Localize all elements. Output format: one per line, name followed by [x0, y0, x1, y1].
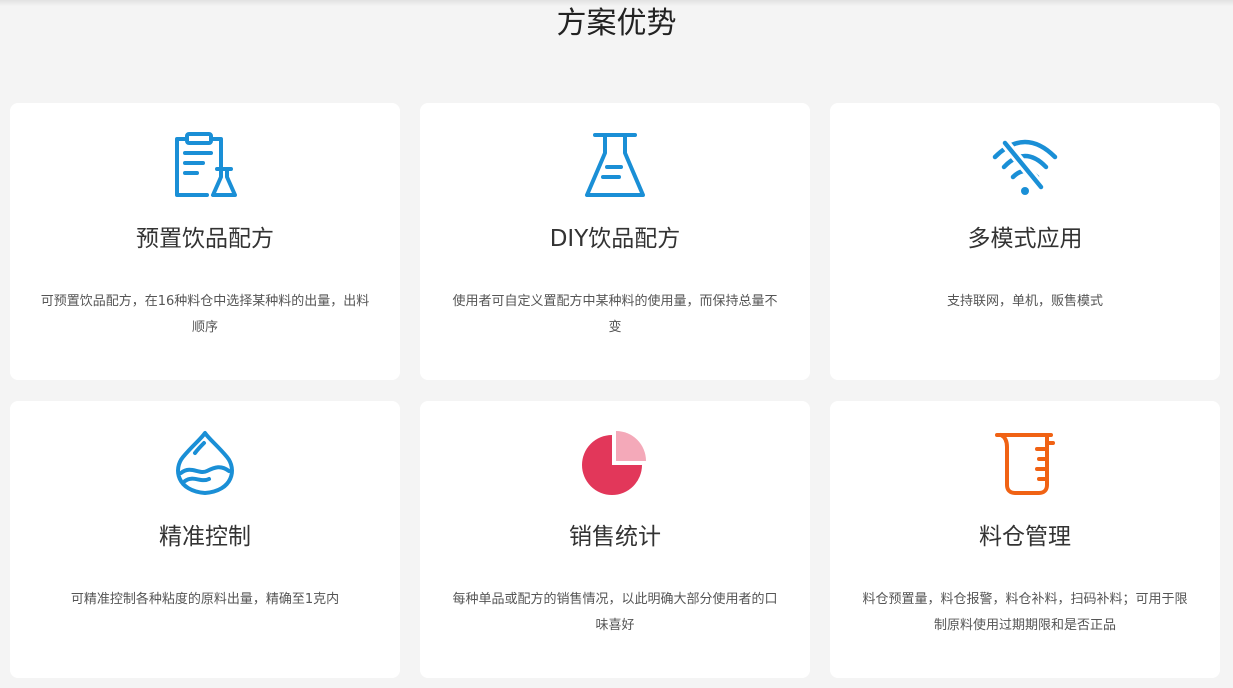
advantages-grid: 预置饮品配方 可预置饮品配方，在16种料仓中选择某种料的出量，出料顺序 DIY饮…: [10, 103, 1220, 678]
water-drop-icon: [10, 429, 400, 497]
card-description: 使用者可自定义置配方中某种料的使用量，而保持总量不变: [452, 294, 778, 335]
pie-chart-icon: [420, 429, 810, 497]
card-description: 可精准控制各种粘度的原料出量，精确至1克内: [70, 592, 340, 607]
card-preset-recipe: 预置饮品配方 可预置饮品配方，在16种料仓中选择某种料的出量，出料顺序: [10, 103, 400, 380]
flask-icon: [420, 131, 810, 199]
card-bin-management: 料仓管理 料仓预置量，料仓报警，料仓补料，扫码补料；可用于限制原料使用过期期限和…: [830, 401, 1220, 678]
card-description: 每种单品或配方的销售情况，以此明确大部分使用者的口味喜好: [452, 592, 778, 633]
wifi-off-icon: [830, 131, 1220, 199]
card-title: DIY饮品配方: [549, 226, 681, 252]
card-sales-stats: 销售统计 每种单品或配方的销售情况，以此明确大部分使用者的口味喜好: [420, 401, 810, 678]
section-title: 方案优势: [556, 6, 677, 41]
card-title: 预置饮品配方: [136, 226, 274, 252]
card-title: 精准控制: [159, 524, 251, 550]
card-description: 支持联网，单机，贩售模式: [946, 294, 1103, 309]
card-description: 料仓预置量，料仓报警，料仓补料，扫码补料；可用于限制原料使用过期期限和是否正品: [862, 592, 1188, 633]
card-title: 销售统计: [569, 524, 661, 550]
card-title: 多模式应用: [967, 226, 1083, 252]
card-description: 可预置饮品配方，在16种料仓中选择某种料的出量，出料顺序: [40, 294, 370, 335]
clipboard-flask-icon: [10, 131, 400, 199]
card-precise-control: 精准控制 可精准控制各种粘度的原料出量，精确至1克内: [10, 401, 400, 678]
card-title: 料仓管理: [979, 524, 1071, 550]
card-multi-mode: 多模式应用 支持联网，单机，贩售模式: [830, 103, 1220, 380]
measuring-cup-icon: [830, 429, 1220, 497]
card-diy-recipe: DIY饮品配方 使用者可自定义置配方中某种料的使用量，而保持总量不变: [420, 103, 810, 380]
